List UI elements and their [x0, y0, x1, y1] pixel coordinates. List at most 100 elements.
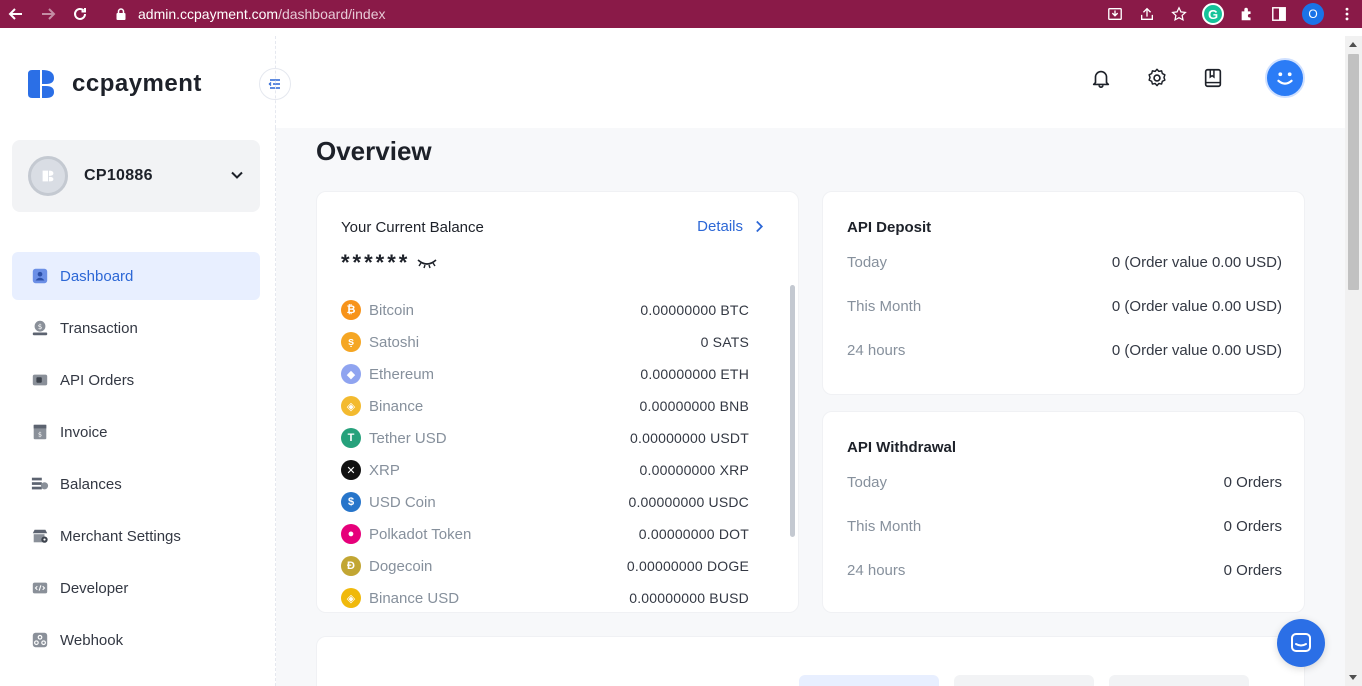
- row-value: 0 (Order value 0.00 USD): [1111, 254, 1282, 271]
- coin-amount: 0.00000000 ETH: [640, 366, 749, 382]
- webhook-icon: [30, 630, 50, 650]
- details-label: Details: [697, 218, 743, 235]
- api-withdrawal-row-24h: 24 hours 0 Orders: [847, 562, 1282, 579]
- coin-amount: 0.00000000 BNB: [639, 398, 749, 414]
- api-withdrawal-title: API Withdrawal: [847, 439, 957, 456]
- sidebar-item-label: Balances: [60, 475, 122, 493]
- coin-name: Binance: [369, 397, 424, 415]
- arrow-right-icon: [42, 8, 56, 20]
- forward-button[interactable]: [32, 0, 64, 28]
- extensions-puzzle-icon[interactable]: [1238, 5, 1256, 23]
- transaction-icon: $: [30, 318, 50, 338]
- sidebar-item-invoice[interactable]: $ Invoice: [12, 408, 260, 456]
- kebab-menu-icon[interactable]: [1338, 5, 1356, 23]
- scroll-up-arrow-icon[interactable]: [1349, 42, 1357, 47]
- coin-row: T Tether USD 0.00000000 USDT: [341, 422, 749, 454]
- sidebar-item-label: Invoice: [60, 423, 108, 441]
- api-withdrawal-row-month: This Month 0 Orders: [847, 518, 1282, 535]
- page-scrollbar-thumb[interactable]: [1348, 54, 1359, 290]
- coin-amount: 0.00000000 DOT: [638, 526, 749, 542]
- coin-icon: $: [341, 492, 361, 512]
- coin-row: ◆ Ethereum 0.00000000 ETH: [341, 358, 749, 390]
- account-switcher[interactable]: CP10886: [12, 140, 260, 212]
- user-avatar[interactable]: [1265, 58, 1305, 98]
- coin-name: Ethereum: [369, 365, 435, 383]
- documentation-book-icon[interactable]: [1201, 66, 1225, 90]
- scroll-down-arrow-icon[interactable]: [1349, 675, 1357, 680]
- svg-text:$: $: [38, 322, 43, 331]
- settings-gear-icon[interactable]: [1145, 66, 1169, 90]
- coin-amount: 0 SATS: [700, 334, 749, 350]
- row-label: Today: [847, 474, 888, 491]
- coin-name: Polkadot Token: [369, 525, 472, 543]
- sidebar-item-dashboard[interactable]: Dashboard: [12, 252, 260, 300]
- app-header: ccpayment: [0, 36, 1345, 128]
- arrow-left-icon: [8, 8, 22, 20]
- row-label: 24 hours: [847, 342, 906, 359]
- sidebar: CP10886 Dashboard $ Transaction API Orde…: [0, 128, 276, 686]
- chart-tab-3[interactable]: [1109, 675, 1249, 686]
- invoice-icon: $: [30, 422, 50, 442]
- sidebar-item-label: Dashboard: [60, 267, 134, 285]
- main-content: Overview Your Current Balance Details **…: [276, 128, 1345, 686]
- coin-row: ṣ Satoshi 0 SATS: [341, 326, 749, 358]
- api-withdrawal-row-today: Today 0 Orders: [847, 474, 1282, 491]
- page-scrollbar[interactable]: [1345, 36, 1362, 686]
- sidebar-item-label: Merchant Settings: [60, 527, 181, 545]
- reload-icon: [74, 7, 86, 20]
- row-label: 24 hours: [847, 562, 906, 579]
- bottom-chart-card: [316, 636, 1305, 686]
- share-icon[interactable]: [1138, 5, 1156, 23]
- side-panel-icon[interactable]: [1270, 5, 1288, 23]
- header-divider: [275, 36, 276, 128]
- eye-closed-icon[interactable]: [416, 256, 438, 270]
- brand-logo[interactable]: ccpayment: [24, 68, 202, 100]
- row-label: This Month: [847, 518, 922, 535]
- sidebar-item-label: Webhook: [60, 631, 124, 649]
- svg-text:$: $: [38, 432, 42, 439]
- account-avatar: [28, 156, 68, 196]
- chart-tab-2[interactable]: [954, 675, 1094, 686]
- ccpayment-logo-icon: [28, 70, 54, 98]
- browser-profile-avatar[interactable]: O: [1302, 3, 1324, 25]
- sidebar-item-webhook[interactable]: Webhook: [12, 616, 260, 664]
- balance-card-title: Your Current Balance: [341, 219, 484, 236]
- masked-balance-value: ******: [341, 250, 411, 275]
- coin-icon: ✕: [341, 460, 361, 480]
- address-bar[interactable]: admin.ccpayment.com/dashboard/index: [104, 0, 1194, 28]
- url-text: admin.ccpayment.com/dashboard/index: [138, 6, 386, 22]
- coin-name: Binance USD: [369, 589, 460, 607]
- coin-balance-list: ₿ Bitcoin 0.00000000 BTC ṣ Satoshi 0 SATS ◆ Eth…: [341, 294, 749, 612]
- sidebar-item-balances[interactable]: Balances: [12, 460, 260, 508]
- row-label: This Month: [847, 298, 922, 315]
- notification-bell-icon[interactable]: [1089, 66, 1113, 90]
- coin-row: $ USD Coin 0.00000000 USDC: [341, 486, 749, 518]
- balance-details-link[interactable]: Details: [697, 218, 764, 235]
- sidebar-item-merchant-settings[interactable]: Merchant Settings: [12, 512, 260, 560]
- coin-name: XRP: [369, 461, 400, 479]
- reload-button[interactable]: [64, 0, 96, 28]
- coin-name: Bitcoin: [369, 301, 415, 319]
- coin-amount: 0.00000000 USDT: [630, 430, 749, 446]
- smiley-face-icon: [1277, 72, 1293, 85]
- coin-name: Tether USD: [369, 429, 447, 447]
- coin-amount: 0.00000000 DOGE: [626, 558, 749, 574]
- install-icon[interactable]: [1106, 5, 1124, 23]
- sidebar-item-developer[interactable]: Developer: [12, 564, 260, 612]
- back-button[interactable]: [0, 0, 32, 28]
- bookmark-star-icon[interactable]: [1170, 5, 1188, 23]
- sidebar-item-transaction[interactable]: $ Transaction: [12, 304, 260, 352]
- sidebar-item-api-orders[interactable]: API Orders: [12, 356, 260, 404]
- chevron-down-icon: [231, 171, 243, 179]
- grammarly-extension-icon[interactable]: G: [1202, 3, 1224, 25]
- dashboard-icon: [30, 266, 50, 286]
- coin-icon: ₿: [341, 300, 361, 320]
- chevron-right-icon: [756, 220, 764, 233]
- chart-tab-1[interactable]: [799, 675, 939, 686]
- coin-list-scrollbar[interactable]: [790, 285, 795, 537]
- api-deposit-row-24h: 24 hours 0 (Order value 0.00 USD): [847, 342, 1282, 359]
- current-balance-card: Your Current Balance Details ****** ₿ Bit…: [316, 191, 799, 613]
- support-chat-button[interactable]: [1277, 619, 1325, 667]
- row-value: 0 Orders: [1223, 474, 1282, 491]
- sidebar-menu: Dashboard $ Transaction API Orders $ Inv…: [12, 252, 260, 668]
